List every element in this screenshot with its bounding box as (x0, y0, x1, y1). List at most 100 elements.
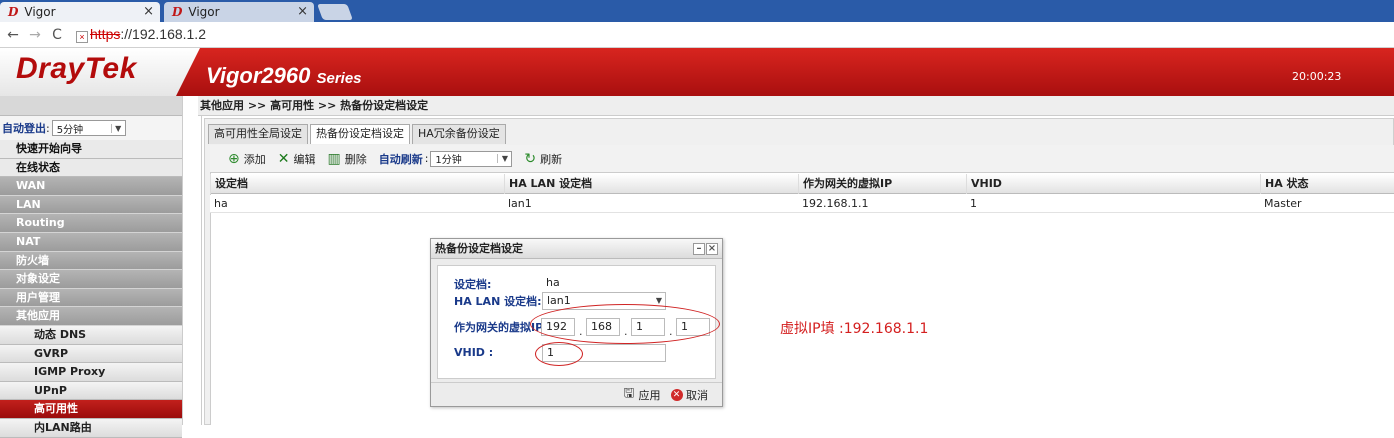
auto-refresh: 自动刷新: 1分钟 ▼ (378, 150, 513, 167)
sidebar-item[interactable]: 高可用性 (0, 400, 182, 419)
auto-logout-label: 自动登出 (2, 122, 46, 135)
tab-hot-standby-profile[interactable]: 热备份设定档设定 (310, 124, 410, 144)
colon: : (537, 294, 542, 308)
product-model: Vigor2960 Series (206, 63, 362, 89)
sidebar-item[interactable]: LAN (0, 195, 182, 215)
ha-lan-value: lan1 (547, 294, 571, 307)
colon: : (46, 121, 50, 135)
auto-refresh-select[interactable]: 1分钟 ▼ (430, 150, 513, 167)
sidebar-item[interactable]: 防火墙 (0, 251, 182, 271)
close-tab-icon[interactable]: × (297, 4, 308, 19)
browser-tab-1-label: Vigor (24, 5, 56, 19)
forward-arrow-icon[interactable]: → (26, 27, 44, 43)
column-header-virtual-ip[interactable]: 作为网关的虚拟IP (798, 174, 966, 194)
cell-ha-status: Master (1264, 197, 1302, 210)
tab-ha-redundancy[interactable]: HA冗余备份设定 (412, 124, 506, 144)
table-row[interactable]: ha lan1 192.168.1.1 1 Master (210, 195, 1394, 213)
sidebar: 自动登出: 5分钟 ▼ 快速开始向导 在线状态 WAN LAN Routing NAT 防火… (0, 96, 182, 438)
draytek-favicon-icon: D (172, 5, 183, 19)
sidebar-item[interactable]: 其他应用 (0, 307, 182, 326)
cancel-label: 取消 (686, 388, 708, 402)
auto-logout-select[interactable]: 5分钟 ▼ (51, 120, 126, 136)
sidebar-item[interactable]: Routing (0, 214, 182, 233)
sidebar-item[interactable]: NAT (0, 232, 182, 252)
content-tabs: 高可用性全局设定 热备份设定档设定 HA冗余备份设定 (208, 124, 508, 144)
url-host: ://192.168.1.2 (120, 26, 206, 42)
cell-virtual-ip: 192.168.1.1 (802, 197, 869, 210)
minimize-icon[interactable]: – (693, 243, 705, 255)
refresh-button[interactable]: ↻ 刷新 (524, 151, 562, 167)
colon: : (487, 277, 492, 291)
sidebar-item[interactable]: 快速开始向导 (0, 140, 182, 159)
apply-label: 应用 (638, 388, 661, 402)
trash-icon: ▥ (327, 150, 341, 167)
refresh-label: 刷新 (540, 152, 563, 166)
add-button[interactable]: ⊕ 添加 (228, 151, 266, 167)
browser-tab-1[interactable]: D Vigor × (0, 2, 160, 22)
column-header-profile[interactable]: 设定档 (210, 174, 504, 194)
url-protocol: https (90, 26, 121, 42)
annotation-note: 虚拟IP填 :192.168.1.1 (780, 321, 929, 337)
delete-label: 删除 (344, 152, 367, 166)
cancel-button[interactable]: ✕ 取消 (670, 387, 708, 403)
tab-ha-global[interactable]: 高可用性全局设定 (208, 124, 308, 144)
highlight-oval-vhid (535, 342, 583, 366)
address-bar: ← → C × https://192.168.1.2 (0, 22, 1394, 48)
profile-row: 设定档: (454, 276, 491, 292)
profile-label: 设定档 (454, 278, 487, 291)
sidebar-item[interactable]: 内LAN路由 (0, 418, 182, 438)
colon: : (484, 346, 494, 359)
column-header-vhid[interactable]: VHID (966, 174, 1260, 194)
system-clock: 20:00:23 (1292, 70, 1342, 83)
url-field[interactable]: × https://192.168.1.2 (76, 26, 206, 43)
column-header-ha-lan[interactable]: HA LAN 设定档 (504, 174, 798, 194)
sidebar-header (0, 96, 182, 116)
cancel-icon: ✕ (670, 388, 683, 401)
add-icon: ⊕ (228, 150, 240, 167)
grid-toolbar: ⊕ 添加 ✕ 编辑 ▥ 删除 自动刷新: 1分钟 ▼ ↻ 刷新 (210, 145, 1394, 173)
cell-vhid: 1 (970, 197, 977, 210)
model-suffix: Series (316, 70, 362, 87)
column-header-ha-status[interactable]: HA 状态 (1260, 174, 1394, 194)
sidebar-item[interactable]: GVRP (0, 344, 182, 364)
cell-profile: ha (214, 197, 228, 210)
delete-button[interactable]: ▥ 删除 (327, 151, 366, 167)
ha-lan-row: HA LAN 设定档: (454, 293, 542, 309)
close-tab-icon[interactable]: × (143, 4, 154, 19)
back-arrow-icon[interactable]: ← (4, 27, 22, 43)
breadcrumb: 其他应用 >> 高可用性 >> 热备份设定档设定 (198, 96, 1394, 116)
reload-icon[interactable]: C (48, 27, 66, 43)
auto-logout: 自动登出: 5分钟 ▼ (0, 116, 182, 140)
insecure-lock-icon: × (76, 31, 88, 43)
edit-button[interactable]: ✕ 编辑 (278, 151, 316, 167)
sidebar-menu: 快速开始向导 在线状态 WAN LAN Routing NAT 防火墙 对象设定 用户管理 其他应… (0, 140, 182, 438)
close-icon[interactable]: × (706, 243, 718, 255)
sidebar-splitter[interactable] (182, 96, 202, 425)
auto-logout-value: 5分钟 (56, 124, 84, 136)
table-header: 设定档 HA LAN 设定档 作为网关的虚拟IP VHID HA 状态 (210, 174, 1394, 194)
draytek-favicon-icon: D (8, 5, 19, 19)
sidebar-item[interactable]: IGMP Proxy (0, 363, 182, 382)
sidebar-item[interactable]: WAN (0, 177, 182, 196)
save-icon: 🖫 (623, 385, 635, 401)
dialog-title-bar[interactable]: 热备份设定档设定 – × (431, 239, 722, 259)
sidebar-item[interactable]: 用户管理 (0, 288, 182, 308)
dialog-footer: 🖫 应用 ✕ 取消 (431, 382, 722, 406)
cell-ha-lan: lan1 (508, 197, 532, 210)
highlight-oval-virtual-ip (530, 304, 720, 344)
browser-tab-2[interactable]: D Vigor × (164, 2, 314, 22)
ha-lan-label: HA LAN 设定档 (454, 295, 538, 308)
add-label: 添加 (243, 152, 266, 166)
draytek-logo: DrayTek (16, 52, 137, 85)
auto-refresh-label: 自动刷新 (378, 152, 423, 166)
refresh-icon: ↻ (524, 150, 537, 167)
edit-icon: ✕ (277, 150, 290, 167)
sidebar-item[interactable]: 在线状态 (0, 158, 182, 178)
model-name: Vigor2960 (206, 63, 311, 88)
sidebar-item[interactable]: UPnP (0, 381, 182, 401)
edit-label: 编辑 (293, 152, 316, 166)
sidebar-item[interactable]: 对象设定 (0, 270, 182, 289)
apply-button[interactable]: 🖫 应用 (623, 384, 660, 406)
new-tab-button[interactable] (317, 4, 353, 20)
sidebar-item[interactable]: 动态 DNS (0, 325, 182, 345)
